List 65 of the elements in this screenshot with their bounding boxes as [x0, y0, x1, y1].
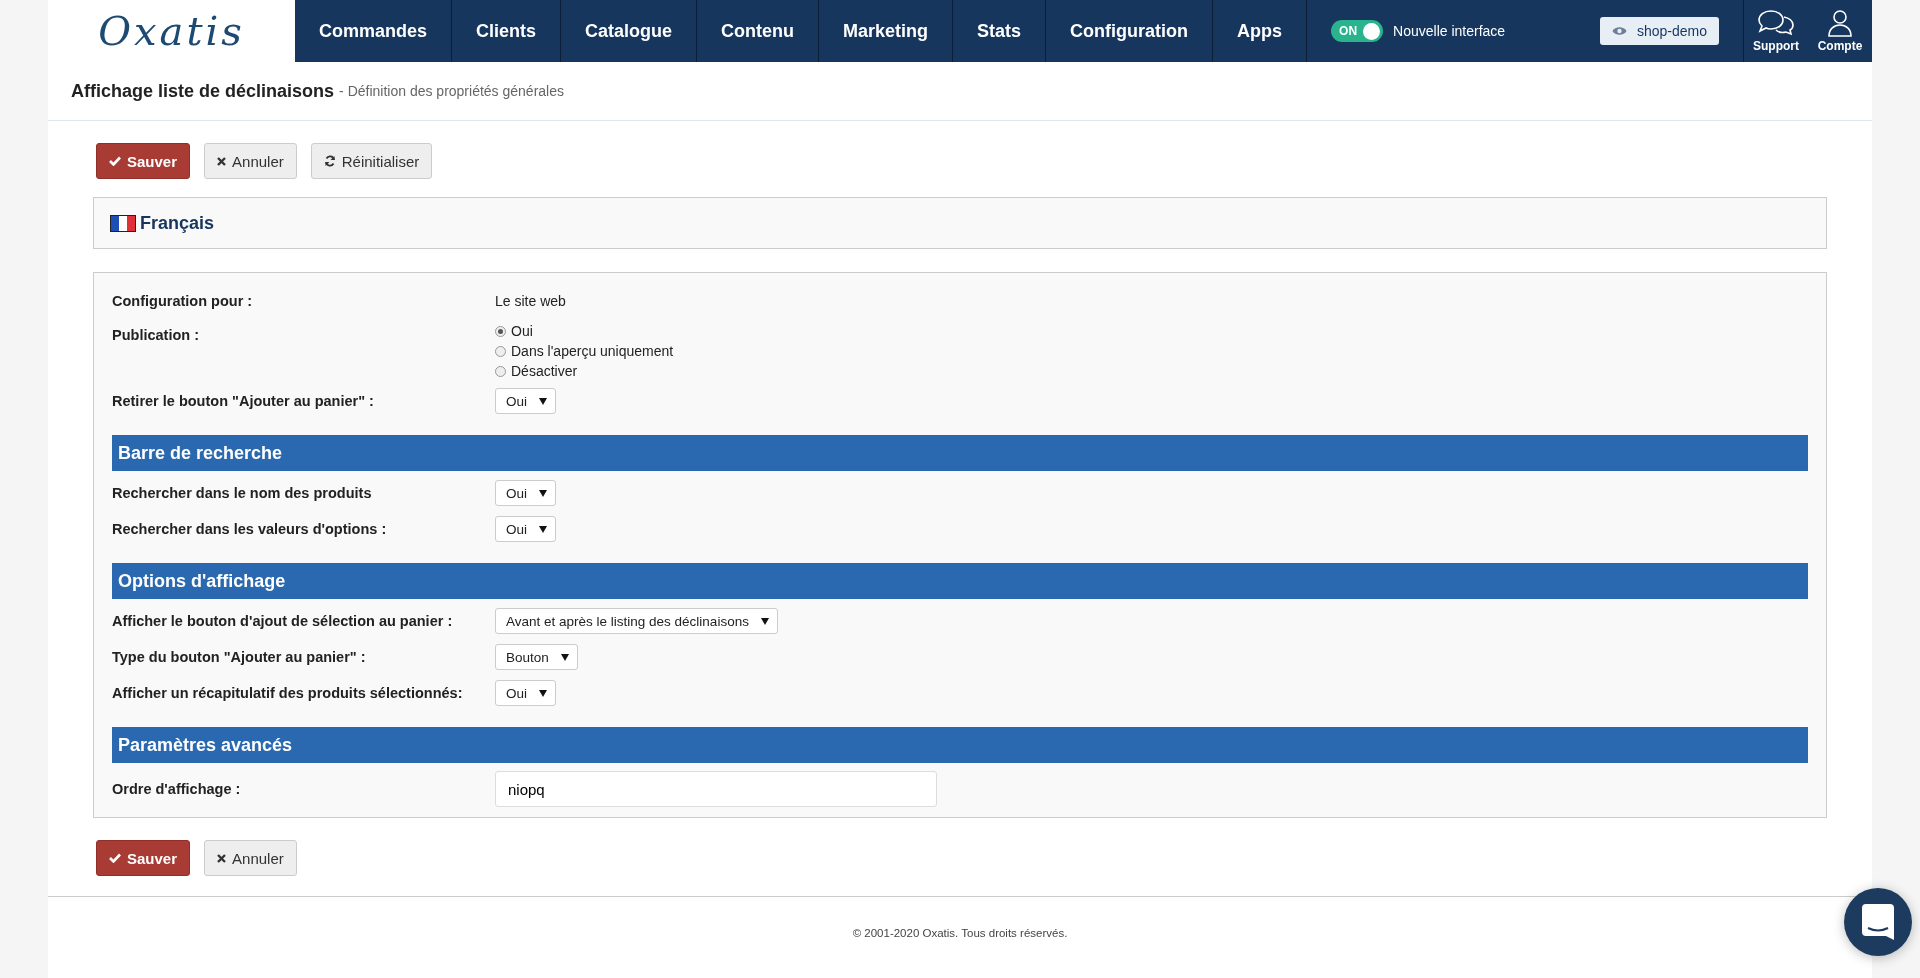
section-header: Options d'affichage — [112, 563, 1808, 599]
chat-button[interactable] — [1844, 888, 1912, 956]
field-label: Afficher un récapitulatif des produits sélectionnés: — [112, 685, 464, 701]
shop-button[interactable]: shop-demo — [1599, 17, 1719, 45]
save-button[interactable]: Sauver — [96, 143, 191, 179]
nav-item[interactable]: Catalogue — [561, 0, 698, 62]
save-button[interactable]: Sauver — [96, 840, 191, 876]
dropdown[interactable]: Oui — [495, 388, 556, 414]
chat-bubbles-icon — [1757, 9, 1795, 37]
flag-icon — [110, 214, 136, 232]
support-button[interactable]: Support — [1743, 0, 1808, 62]
field-label: Type du bouton "Ajouter au panier" : — [112, 649, 367, 665]
chat-icon — [1862, 904, 1894, 940]
caret-icon — [760, 617, 769, 625]
account-button[interactable]: Compte — [1808, 0, 1872, 62]
nav-item[interactable]: Apps — [1213, 0, 1308, 62]
caret-icon — [539, 397, 547, 405]
cancel-button[interactable]: Annuler — [204, 840, 297, 876]
radio-button[interactable] — [495, 325, 506, 337]
dropdown[interactable]: Oui — [495, 480, 556, 506]
dropdown[interactable]: Oui — [495, 680, 556, 706]
nav-item[interactable]: Clients — [452, 0, 562, 62]
copyright-text: © 2001-2020 Oxatis. Tous droits réservés. — [851, 927, 1069, 939]
caret-icon — [539, 489, 547, 497]
page-title: Affichage liste de déclinaisons — [71, 80, 335, 102]
section-header: Paramètres avancés — [112, 727, 1808, 763]
field-label: Configuration pour : — [112, 293, 254, 309]
input-field[interactable]: niopq — [495, 771, 937, 807]
radio-button[interactable] — [495, 365, 506, 377]
reset-button[interactable]: Réinitialiser — [310, 143, 433, 179]
checkmark-icon — [109, 853, 121, 863]
field-label: Publication : — [112, 326, 200, 343]
close-icon — [217, 853, 227, 863]
field-label: Retirer le bouton "Ajouter au panier" : — [112, 393, 375, 409]
nav-item[interactable]: Contenu — [697, 0, 820, 62]
caret-icon — [560, 653, 569, 661]
checkmark-icon — [109, 156, 121, 166]
language-label: Français — [140, 212, 215, 234]
field-label: Rechercher dans le nom des produits — [112, 485, 373, 501]
eye-icon — [1611, 26, 1627, 36]
nav-item[interactable]: Marketing — [819, 0, 954, 62]
dropdown[interactable]: Oui — [495, 516, 556, 542]
radio-button[interactable] — [495, 345, 506, 357]
refresh-icon — [323, 155, 336, 167]
dropdown[interactable]: Bouton — [495, 644, 578, 670]
cancel-button[interactable]: Annuler — [204, 143, 297, 179]
dropdown[interactable]: Avant et après le listing des déclinaisons — [495, 608, 778, 634]
radio-option[interactable]: Oui — [495, 323, 674, 339]
section-header: Barre de recherche — [112, 435, 1808, 471]
toggle-label: Nouvelle interface — [1393, 23, 1506, 39]
caret-icon — [539, 525, 547, 533]
page-subtitle: - Définition des propriétés générales — [339, 83, 564, 99]
field-label: Ordre d'affichage : — [112, 781, 242, 797]
nav-item[interactable]: Stats — [953, 0, 1047, 62]
logo[interactable]: Oxatis — [48, 0, 295, 62]
nav-item[interactable]: Configuration — [1046, 0, 1214, 62]
radio-option[interactable]: Désactiver — [495, 363, 674, 379]
caret-icon — [539, 689, 547, 697]
close-icon — [217, 156, 227, 166]
radio-option[interactable]: Dans l'aperçu uniquement — [495, 343, 674, 359]
field-label: Afficher le bouton d'ajout de sélection au panier : — [112, 613, 454, 629]
nav-item[interactable]: Commandes — [295, 0, 453, 62]
user-icon — [1826, 9, 1854, 37]
field-label: Rechercher dans les valeurs d'options : — [112, 521, 388, 537]
field-value: Le site web — [495, 293, 566, 309]
